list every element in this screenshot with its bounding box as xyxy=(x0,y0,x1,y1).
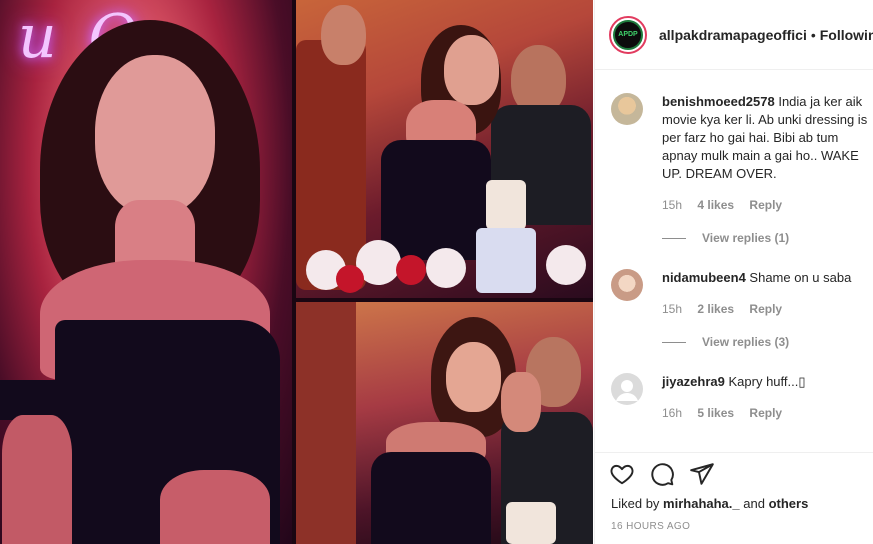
replies-divider xyxy=(662,237,686,239)
comment-username[interactable]: benishmoeed2578 xyxy=(662,94,775,109)
comment-meta: 15h 4 likes Reply xyxy=(662,198,794,212)
post-header: APDP allpakdramapageoffici • Following xyxy=(595,0,873,70)
comment-time: 15h xyxy=(662,302,683,316)
liked-by-and: and xyxy=(743,496,765,511)
commenter-avatar[interactable] xyxy=(611,373,643,405)
default-avatar-icon xyxy=(616,380,638,401)
photo-panel-left: u Q xyxy=(0,0,292,544)
liked-by-prefix: Liked by xyxy=(611,496,660,511)
comment-text-block: nidamubeen4 Shame on u saba xyxy=(662,269,870,287)
post-sidebar: APDP allpakdramapageoffici • Following b… xyxy=(594,0,873,544)
photo-panel-top-right xyxy=(296,0,593,298)
author-avatar-logo: APDP xyxy=(613,19,643,50)
comment-time: 16h xyxy=(662,406,683,420)
comment-meta: 15h 2 likes Reply xyxy=(662,302,794,316)
author-avatar[interactable]: APDP xyxy=(609,15,647,54)
post-actions: Liked by mirhahaha._ and others 16 HOURS… xyxy=(595,452,873,544)
post-timestamp[interactable]: 16 HOURS AGO xyxy=(611,521,690,532)
commenter-avatar[interactable] xyxy=(611,93,643,125)
liked-by-others[interactable]: others xyxy=(769,496,809,511)
reply-button[interactable]: Reply xyxy=(749,302,782,316)
view-replies-button[interactable]: View replies (1) xyxy=(662,231,789,245)
view-replies-label: View replies (3) xyxy=(702,335,790,349)
following-button[interactable]: Following xyxy=(820,27,873,43)
reply-button[interactable]: Reply xyxy=(749,406,782,420)
author-username[interactable]: allpakdramapageoffici xyxy=(659,27,807,43)
photo-panel-bottom-right xyxy=(296,302,593,544)
comment-username[interactable]: jiyazehra9 xyxy=(662,374,725,389)
view-replies-label: View replies (1) xyxy=(702,231,790,245)
heart-icon[interactable] xyxy=(609,461,635,487)
view-replies-button[interactable]: View replies (3) xyxy=(662,335,789,349)
share-icon[interactable] xyxy=(689,461,715,487)
comment-likes[interactable]: 2 likes xyxy=(697,302,734,316)
comments-list[interactable]: benishmoeed2578 India ja ker aik movie k… xyxy=(595,71,873,451)
comment-likes[interactable]: 5 likes xyxy=(697,406,734,420)
post-image[interactable]: u Q xyxy=(0,0,593,544)
comment-username[interactable]: nidamubeen4 xyxy=(662,270,746,285)
reply-button[interactable]: Reply xyxy=(749,198,782,212)
header-separator: • xyxy=(810,26,816,43)
liked-by-user[interactable]: mirhahaha._ xyxy=(663,496,740,511)
commenter-avatar[interactable] xyxy=(611,269,643,301)
liked-by-text: Liked by mirhahaha._ and others xyxy=(611,496,808,511)
comment-likes[interactable]: 4 likes xyxy=(697,198,734,212)
comment-text-block: benishmoeed2578 India ja ker aik movie k… xyxy=(662,93,870,183)
comment-text: Kapry huff...▯ xyxy=(728,374,806,389)
replies-divider xyxy=(662,341,686,343)
comment-text: Shame on u saba xyxy=(749,270,852,285)
comment-text-block: jiyazehra9 Kapry huff...▯ xyxy=(662,373,870,391)
comment-icon[interactable] xyxy=(649,461,675,487)
comment-time: 15h xyxy=(662,198,683,212)
comment-meta: 16h 5 likes Reply xyxy=(662,406,794,420)
